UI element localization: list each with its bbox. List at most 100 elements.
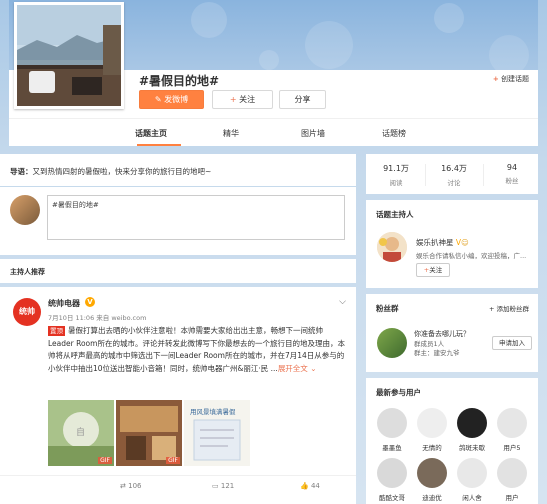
pinned-badge: 置顶 (48, 326, 65, 336)
participant[interactable]: 无情的 (414, 408, 450, 452)
pencil-icon: ✎ (154, 95, 162, 104)
participant-name: 用户 (505, 494, 519, 502)
participant-name: 无情的 (422, 444, 442, 452)
topic-tabs: 话题主页 精华 图片墙 话题榜 (9, 118, 538, 146)
follow-topic-label: 关注 (239, 95, 256, 104)
tab-ranking[interactable]: 话题榜 (382, 128, 406, 139)
post-weibo-button[interactable]: ✎ 发微博 (139, 90, 204, 109)
participant-avatar (377, 408, 407, 438)
recent-participants-card: 最新参与用户 墨墨鱼 无情的 鸽斑未歇 用户5 酷酷文哥 迪迪优 闲人舍 用户 (366, 378, 538, 504)
composer-input[interactable]: #暑假目的地# (47, 195, 345, 240)
participant[interactable]: 用户5 (494, 408, 530, 452)
verified-icon: V (85, 297, 95, 307)
stat-value: 16.4万 (441, 164, 467, 173)
stat-label: 阅读 (389, 179, 403, 187)
participant-avatar (417, 408, 447, 438)
comment-button[interactable]: ▭ 121 (212, 482, 234, 490)
guide-content: 又到热情四射的暑假啦，快来分享你的旅行目的地吧~ (32, 167, 212, 176)
post-body: 置顶 暑假打算出去晒的小伙伴注意啦！本帅需要大家给出出主意，畅想下一间统帅Lead… (48, 325, 348, 375)
post-image-1[interactable]: 自 GIF (48, 400, 114, 466)
participant-avatar (457, 458, 487, 488)
post-image-3[interactable]: 用风景填满暑假 (184, 400, 250, 466)
host-section-title: 话题主持人 (376, 210, 414, 219)
participant-name: 用户5 (503, 444, 521, 452)
host-recommend-header: 主持人推荐 (0, 259, 356, 283)
participant-avatar (457, 408, 487, 438)
participant-avatar (417, 458, 447, 488)
stat-label: 粉丝 (505, 177, 519, 185)
plus-icon: + (492, 75, 499, 83)
stat-discussions: 16.4万讨论 (426, 163, 482, 187)
plus-icon: + (229, 95, 237, 104)
stat-value: 94 (506, 163, 518, 172)
gif-badge: GIF (166, 457, 180, 464)
topic-cover-image (14, 2, 124, 109)
post-time-source[interactable]: 7月10日 11:06 来自 weibo.com (48, 312, 146, 322)
fan-group-card: 粉丝群 + 添加粉丝群 你准备去哪儿玩？ 群成员1人 群主：建安九爷 申请加入 (366, 294, 538, 372)
share-button[interactable]: 分享 (279, 90, 326, 109)
emoji-icon: ☺ (461, 238, 469, 247)
like-count: 44 (310, 482, 320, 490)
fan-group-owner: 群主：建安九爷 (414, 349, 460, 357)
participant-name: 鸽斑未歇 (459, 444, 485, 452)
fan-group-name[interactable]: 你准备去哪儿玩？ (414, 329, 470, 339)
host-recommend-title: 主持人推荐 (10, 268, 45, 276)
host-name[interactable]: 娱乐扒神星 V☺ (416, 237, 469, 248)
participant[interactable]: 用户 (494, 458, 530, 502)
post-weibo-label: 发微博 (164, 95, 189, 104)
active-tab-indicator (137, 144, 181, 146)
participant-avatar (497, 458, 527, 488)
gif-badge: GIF (98, 457, 112, 464)
guide-text: 导语：又到热情四射的暑假啦，快来分享你的旅行目的地吧~ (10, 166, 211, 177)
participant[interactable]: 酷酷文哥 (374, 458, 410, 502)
tab-home[interactable]: 话题主页 (135, 128, 167, 139)
stat-fans: 94 粉丝 (484, 163, 540, 185)
recent-section-title: 最新参与用户 (376, 388, 421, 397)
repost-icon: ⇄ (120, 482, 126, 490)
stat-value: 91.1万 (383, 164, 409, 173)
participant-name: 迪迪优 (422, 494, 442, 502)
stat-reads: 91.1万阅读 (368, 163, 424, 187)
create-topic-link[interactable]: + 创建话题 (493, 74, 529, 84)
stat-label: 讨论 (447, 179, 461, 187)
participant-name: 墨墨鱼 (382, 444, 402, 452)
host-description: 娱乐合作请私信小编，欢迎投稿，广... (416, 252, 527, 260)
chevron-down-icon[interactable]: ⌵ (339, 297, 346, 307)
post-actions: ⇄ 106 ▭ 121 👍 44 (0, 475, 356, 495)
apply-join-button[interactable]: 申请加入 (492, 336, 532, 350)
participant[interactable]: 迪迪优 (414, 458, 450, 502)
tab-photo-wall[interactable]: 图片墙 (301, 128, 325, 139)
guide-card: 导语：又到热情四射的暑假啦，快来分享你的旅行目的地吧~ (0, 154, 356, 186)
follow-host-label: 关注 (429, 266, 443, 274)
tab-featured[interactable]: 精华 (223, 128, 239, 139)
author-name[interactable]: 统帅电器 (48, 298, 80, 309)
topic-title: #暑假目的地# (139, 74, 220, 88)
follow-topic-button[interactable]: + 关注 (212, 90, 273, 109)
follow-host-button[interactable]: +关注 (416, 263, 450, 277)
participant[interactable]: 闲人舍 (454, 458, 490, 502)
fan-group-avatar[interactable] (377, 328, 407, 358)
participant-name: 酷酷文哥 (379, 494, 405, 502)
repost-button[interactable]: ⇄ 106 (120, 482, 141, 490)
post-image-2[interactable]: GIF (116, 400, 182, 466)
topic-stats: 91.1万阅读 16.4万讨论 94 粉丝 (366, 154, 538, 194)
host-avatar[interactable] (377, 232, 407, 262)
participant[interactable]: 鸽斑未歇 (454, 408, 490, 452)
participant-avatar (377, 458, 407, 488)
expand-link[interactable]: 展开全文 ⌄ (278, 364, 317, 373)
thumbs-up-icon: 👍 (300, 482, 309, 490)
like-button[interactable]: 👍 44 (300, 482, 320, 490)
fans-section-title: 粉丝群 (376, 304, 399, 313)
topic-host-card: 话题主持人 娱乐扒神星 V☺ 娱乐合作请私信小编，欢迎投稿，广... +关注 (366, 200, 538, 288)
participant[interactable]: 墨墨鱼 (374, 408, 410, 452)
svg-text:自: 自 (76, 426, 85, 438)
fan-group-meta: 群成员1人 群主：建安九爷 (414, 340, 460, 358)
create-topic-label: 创建话题 (501, 75, 529, 83)
author-avatar[interactable]: 统帅 (13, 298, 41, 326)
participant-name: 闲人舍 (462, 494, 482, 502)
host-name-text: 娱乐扒神星 (416, 238, 454, 247)
add-fan-group-label: 添加粉丝群 (496, 305, 530, 313)
participant-avatar (497, 408, 527, 438)
add-fan-group-link[interactable]: + 添加粉丝群 (489, 303, 529, 313)
topic-header: #暑假目的地# + 创建话题 ✎ 发微博 + 关注 分享 话题主页 精华 图片墙… (9, 0, 538, 146)
